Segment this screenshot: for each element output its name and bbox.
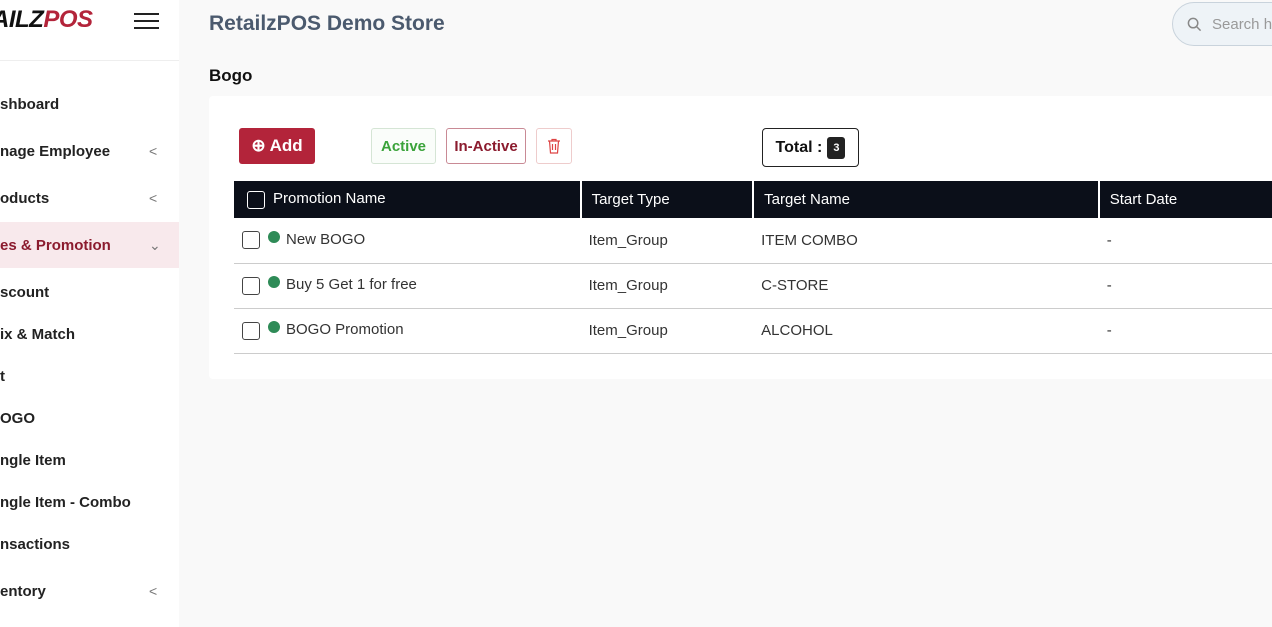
cell-target-type: Item_Group	[580, 308, 754, 354]
cell-start-date: -	[1098, 308, 1272, 354]
row-checkbox[interactable]	[242, 231, 260, 250]
add-button[interactable]: ⊕ Add	[239, 128, 315, 164]
cell-promotion-name: New BOGO	[234, 218, 581, 264]
sidebar-item[interactable]: nage Employee <	[0, 128, 179, 174]
sidebar-item-label: scount	[0, 283, 50, 301]
promotion-name[interactable]: BOGO Promotion	[286, 321, 404, 338]
header-label: Promotion Name	[273, 190, 386, 208]
delete-button[interactable]	[536, 128, 572, 164]
sidebar-item-label: t	[0, 367, 5, 385]
sidebar-item[interactable]: nsactions	[0, 521, 179, 567]
sidebar-item[interactable]: shboard	[0, 81, 179, 127]
search-input[interactable]: Search he	[1172, 2, 1272, 46]
logo-text: AILZ	[0, 6, 44, 33]
sidebar-item[interactable]: ix & Match	[0, 311, 179, 357]
hamburger-menu-icon[interactable]	[134, 13, 159, 29]
status-dot-icon	[268, 276, 280, 289]
table-row[interactable]: New BOGO Item_Group ITEM COMBO -	[234, 218, 1272, 264]
sidebar-item-label: ix & Match	[0, 325, 76, 343]
sidebar-item-label: OGO	[0, 409, 36, 427]
total-label: Total :	[775, 138, 823, 156]
header-promotion-name[interactable]: Promotion Name	[234, 181, 582, 218]
sidebar-item-label: ngle Item - Combo	[0, 493, 131, 511]
sidebar-item-label: shboard	[0, 95, 60, 113]
cell-target-name: ITEM COMBO	[753, 218, 1099, 264]
sidebar-item[interactable]: entory <	[0, 568, 179, 614]
add-label: Add	[269, 136, 303, 155]
inactive-filter-button[interactable]: In-Active	[446, 128, 526, 164]
cell-target-type: Item_Group	[580, 263, 754, 309]
chevron-icon: <	[149, 583, 158, 599]
sidebar-item[interactable]: ngle Item - Combo	[0, 479, 179, 525]
row-checkbox[interactable]	[242, 321, 260, 340]
header-target-type[interactable]: Target Type	[580, 181, 755, 218]
total-count: Total :3	[762, 128, 859, 167]
search-icon	[1187, 17, 1202, 31]
sidebar-item[interactable]: oducts <	[0, 175, 179, 221]
sidebar-item[interactable]: es & Promotion ⌄	[0, 222, 179, 268]
sidebar-item-label: entory	[0, 582, 46, 600]
cell-promotion-name: BOGO Promotion	[234, 308, 581, 354]
status-dot-icon	[268, 321, 280, 334]
chevron-icon: <	[149, 143, 158, 159]
sidebar-item[interactable]: OGO	[0, 395, 179, 441]
active-filter-button[interactable]: Active	[371, 128, 436, 164]
chevron-icon: <	[149, 190, 158, 206]
sidebar-item-label: nage Employee	[0, 142, 111, 160]
sidebar-item[interactable]: ngle Item	[0, 437, 179, 483]
cell-target-type: Item_Group	[580, 218, 754, 264]
cell-promotion-name: Buy 5 Get 1 for free	[234, 263, 581, 309]
cell-target-name: ALCOHOL	[753, 308, 1099, 354]
trash-icon	[548, 138, 560, 154]
sidebar-item-label: es & Promotion	[0, 236, 111, 254]
logo[interactable]: AILZPOS	[0, 6, 93, 34]
header-target-name[interactable]: Target Name	[753, 181, 1100, 218]
table-row[interactable]: BOGO Promotion Item_Group ALCOHOL -	[234, 308, 1272, 354]
promotions-table: Promotion Name Target Type Target Name S…	[234, 181, 1272, 354]
chevron-icon: ⌄	[149, 236, 161, 253]
sidebar-item-label: ngle Item	[0, 451, 66, 469]
promotion-name[interactable]: New BOGO	[286, 231, 365, 248]
row-checkbox[interactable]	[242, 276, 260, 295]
sidebar-item-label: nsactions	[0, 535, 71, 553]
cell-start-date: -	[1098, 263, 1272, 309]
total-badge: 3	[827, 136, 846, 159]
cell-start-date: -	[1098, 218, 1272, 264]
page-title: Bogo	[209, 66, 253, 85]
search-placeholder: Search he	[1212, 15, 1272, 33]
sidebar-item[interactable]: scount	[0, 269, 179, 315]
promotions-card: ⊕ Add Active In-Active Total :3 Promotion…	[209, 96, 1272, 379]
promotion-name[interactable]: Buy 5 Get 1 for free	[286, 276, 417, 293]
divider	[0, 60, 179, 61]
sidebar-item[interactable]: t	[0, 353, 179, 399]
plus-circle-icon: ⊕	[251, 136, 266, 155]
store-title: RetailzPOS Demo Store	[209, 12, 445, 35]
select-all-checkbox[interactable]	[247, 190, 265, 209]
table-row[interactable]: Buy 5 Get 1 for free Item_Group C-STORE …	[234, 263, 1272, 309]
logo-text-accent: POS	[43, 6, 93, 33]
status-dot-icon	[268, 231, 280, 244]
header-start-date[interactable]: Start Date	[1098, 181, 1272, 218]
sidebar: AILZPOS shboard nage Employee < oducts < es &…	[0, 0, 179, 627]
sidebar-item-label: oducts	[0, 189, 50, 207]
cell-target-name: C-STORE	[753, 263, 1099, 309]
